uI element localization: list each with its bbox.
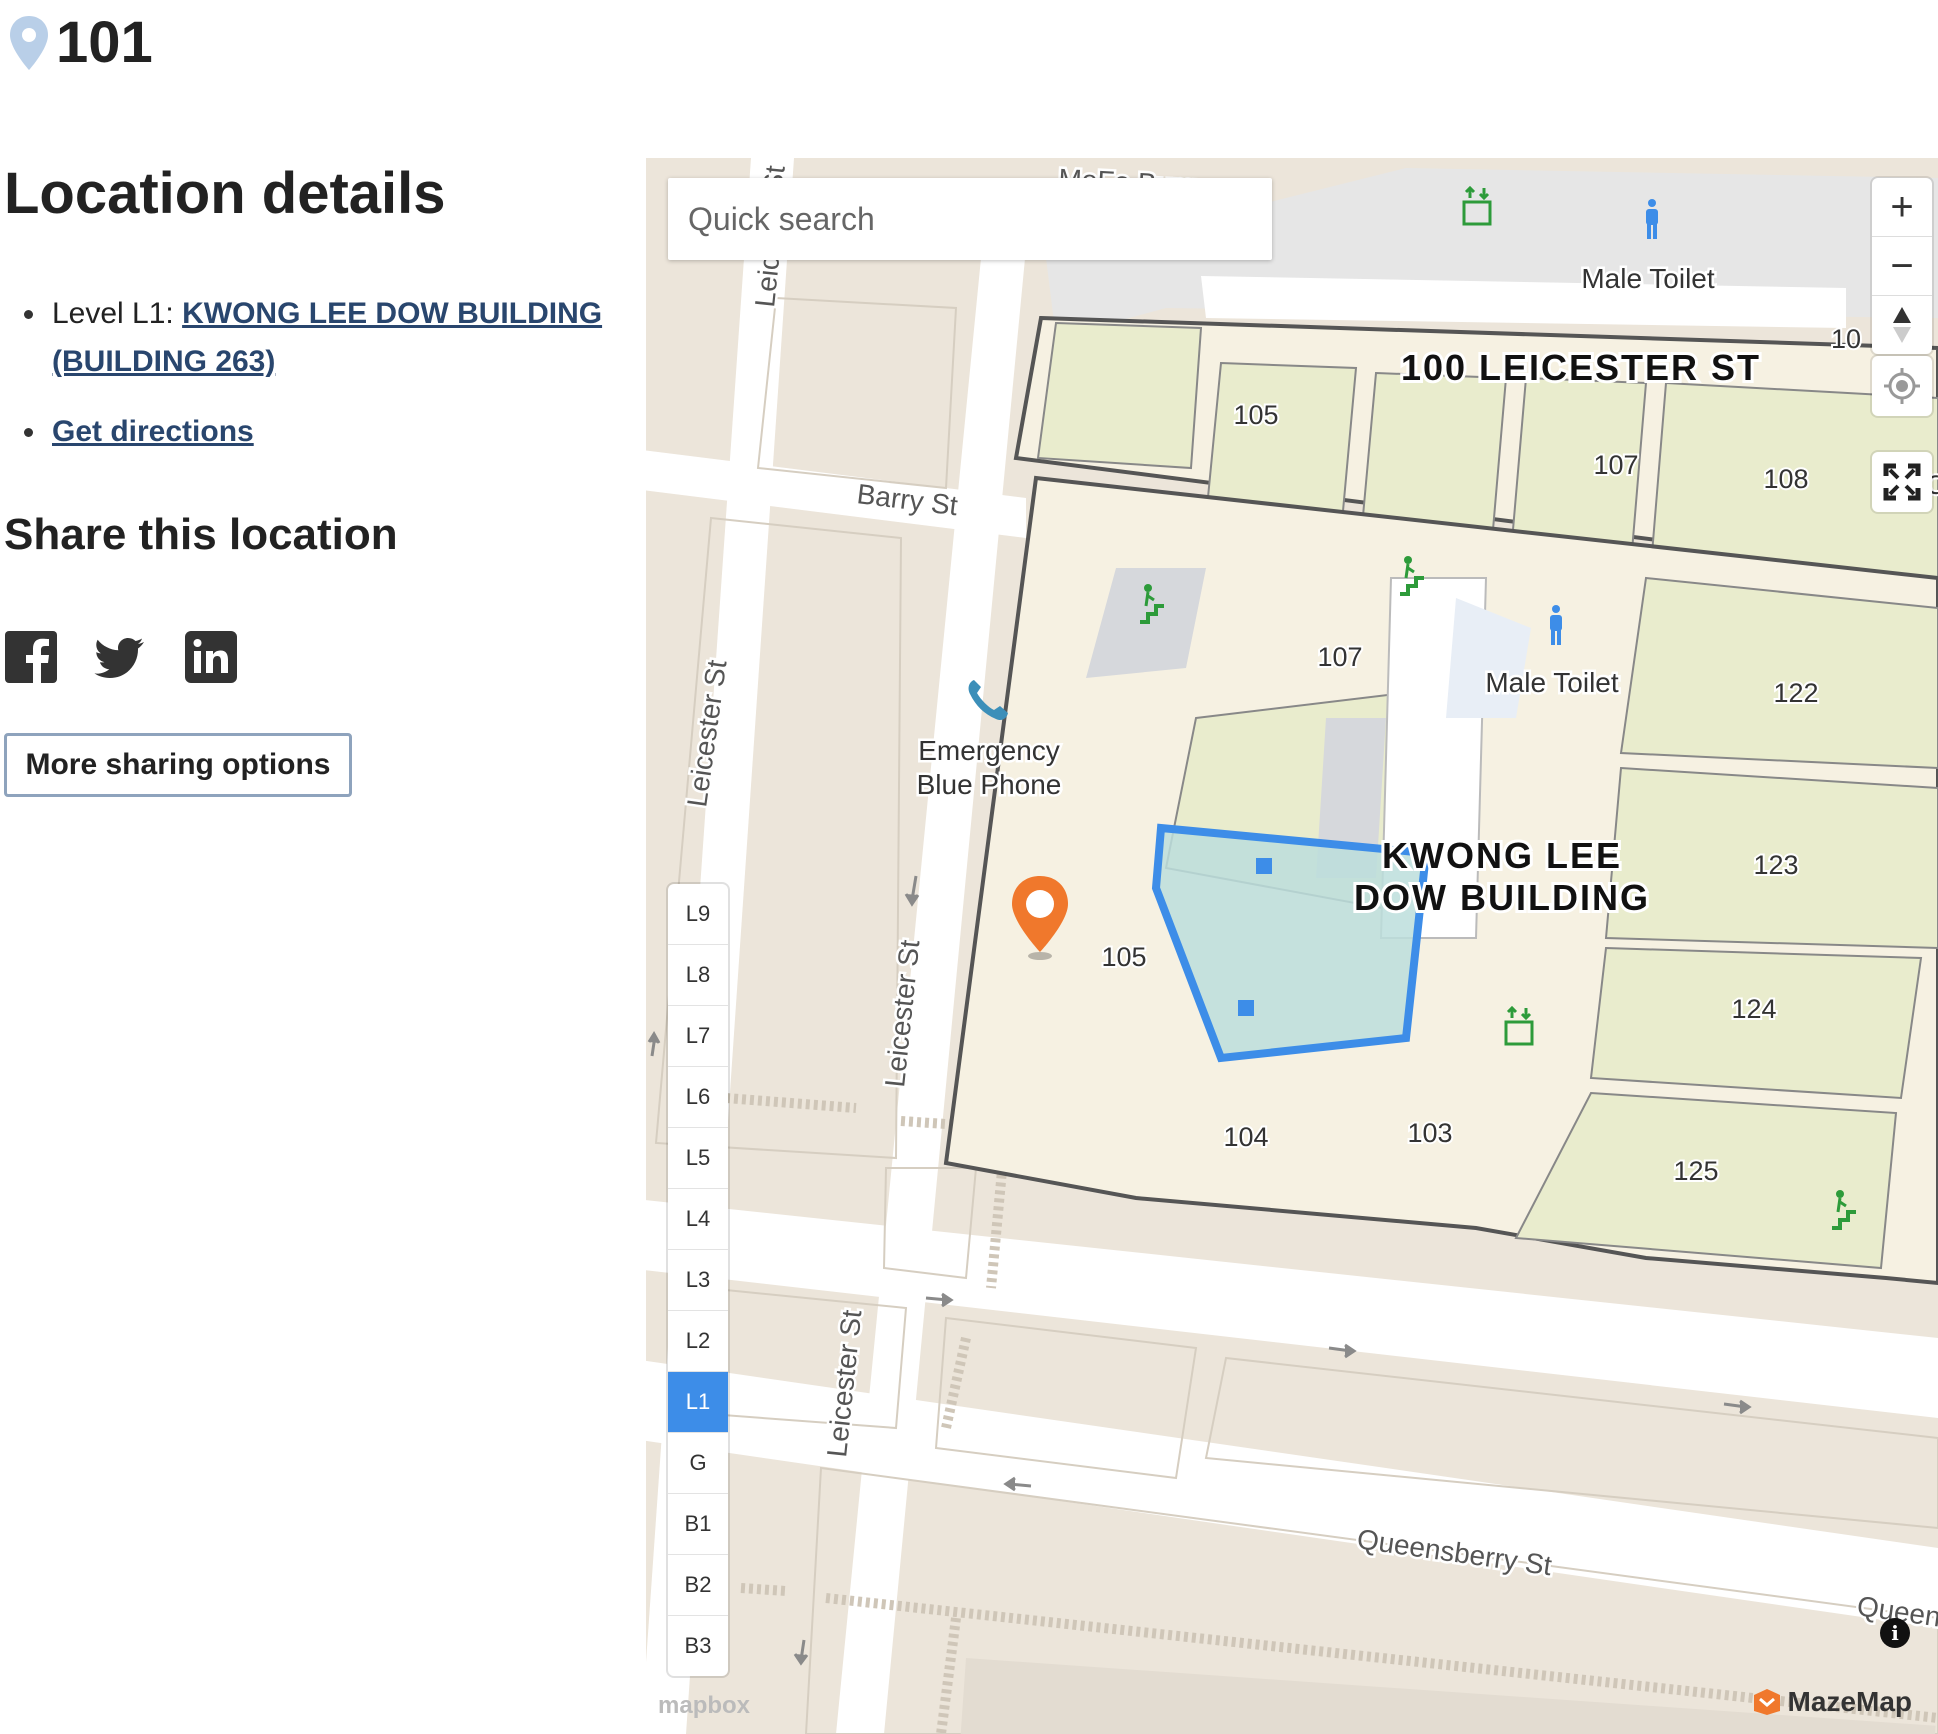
attribution-info-button[interactable]: i — [1880, 1618, 1910, 1648]
map-view[interactable]: Leicester St Leicester St Leicester St L… — [646, 158, 1938, 1734]
map-labels: Leicester St Leicester St Leicester St L… — [647, 161, 1938, 1666]
floor-level-selector: L9 L8 L7 L6 L5 L4 L3 L2 L1 G B1 B2 B3 — [668, 884, 728, 1676]
level-item: Level L1: KWONG LEE DOW BUILDING (BUILDI… — [4, 290, 604, 386]
level-button-l7[interactable]: L7 — [668, 1006, 728, 1067]
poi-label: Blue Phone — [917, 769, 1062, 800]
street-label: Leicester St — [879, 938, 925, 1088]
building-label: KWONG LEE — [1382, 835, 1622, 876]
room-label: 123 — [1753, 850, 1798, 880]
level-button-l5[interactable]: L5 — [668, 1128, 728, 1189]
mazemap-logo-icon — [1753, 1689, 1780, 1715]
location-details-list: Level L1: KWONG LEE DOW BUILDING (BUILDI… — [4, 290, 604, 478]
zoom-in-button[interactable]: + — [1872, 178, 1932, 237]
geolocate-button[interactable] — [1872, 356, 1932, 416]
compass-icon — [1893, 307, 1911, 343]
fullscreen-button[interactable] — [1872, 452, 1932, 512]
location-pin-icon — [10, 16, 48, 70]
social-share-icons — [4, 630, 238, 684]
building-label: DOW BUILDING — [1354, 877, 1650, 918]
level-button-l9[interactable]: L9 — [668, 884, 728, 945]
linkedin-icon[interactable] — [184, 630, 238, 684]
level-prefix: Level L1: — [52, 297, 183, 330]
poi-label: Emergency — [918, 735, 1060, 766]
zoom-out-button[interactable]: − — [1872, 237, 1932, 296]
page-header: 101 — [8, 8, 153, 78]
zoom-controls: + − — [1872, 178, 1932, 354]
poi-label: Male Toilet — [1485, 667, 1619, 698]
poi-label: Male Toilet — [1581, 263, 1715, 294]
level-button-l4[interactable]: L4 — [668, 1189, 728, 1250]
room-label: 104 — [1223, 1122, 1268, 1152]
street-label: Barry St — [855, 478, 959, 521]
level-button-l8[interactable]: L8 — [668, 945, 728, 1006]
facebook-icon[interactable] — [4, 630, 58, 684]
room-label: 107 — [1317, 642, 1362, 672]
one-way-arrows — [647, 875, 1752, 1666]
street-label: Queensberry St — [1355, 1523, 1554, 1581]
directions-item: Get directions — [4, 408, 604, 456]
room-label: 10 — [1831, 324, 1861, 354]
street-label: Leic — [749, 254, 785, 308]
room-label: 103 — [1407, 1118, 1452, 1148]
room-label: 124 — [1731, 994, 1776, 1024]
location-details-heading: Location details — [4, 161, 446, 226]
fullscreen-icon — [1883, 463, 1921, 501]
level-button-b2[interactable]: B2 — [668, 1555, 728, 1616]
level-button-b3[interactable]: B3 — [668, 1616, 728, 1676]
building-label: 100 LEICESTER ST — [1401, 347, 1761, 388]
street-label: Leicester St — [821, 1308, 867, 1458]
room-label: 122 — [1773, 678, 1818, 708]
mazemap-logo-text: MazeMap — [1787, 1686, 1912, 1717]
mapbox-logo[interactable]: mapbox — [658, 1692, 750, 1720]
share-heading: Share this location — [4, 510, 398, 559]
level-button-l6[interactable]: L6 — [668, 1067, 728, 1128]
room-label: 105 — [1233, 400, 1278, 430]
level-button-l2[interactable]: L2 — [668, 1311, 728, 1372]
room-label: 108 — [1763, 464, 1808, 494]
room-label: 125 — [1673, 1156, 1718, 1186]
mazemap-logo[interactable]: MazeMap — [1752, 1686, 1912, 1718]
get-directions-link[interactable]: Get directions — [52, 415, 254, 448]
level-button-g[interactable]: G — [668, 1433, 728, 1494]
level-button-l3[interactable]: L3 — [668, 1250, 728, 1311]
room-label: 107 — [1593, 450, 1638, 480]
street-label: Leicester St — [681, 658, 732, 809]
page-title: 101 — [56, 10, 153, 75]
locate-icon — [1884, 368, 1920, 404]
room-label: 105 — [1101, 942, 1146, 972]
compass-button[interactable] — [1872, 296, 1932, 354]
twitter-icon[interactable] — [94, 630, 148, 684]
more-sharing-options-button[interactable]: More sharing options — [4, 733, 352, 797]
level-button-l1[interactable]: L1 — [668, 1372, 728, 1433]
quick-search-input[interactable] — [668, 178, 1272, 260]
level-button-b1[interactable]: B1 — [668, 1494, 728, 1555]
